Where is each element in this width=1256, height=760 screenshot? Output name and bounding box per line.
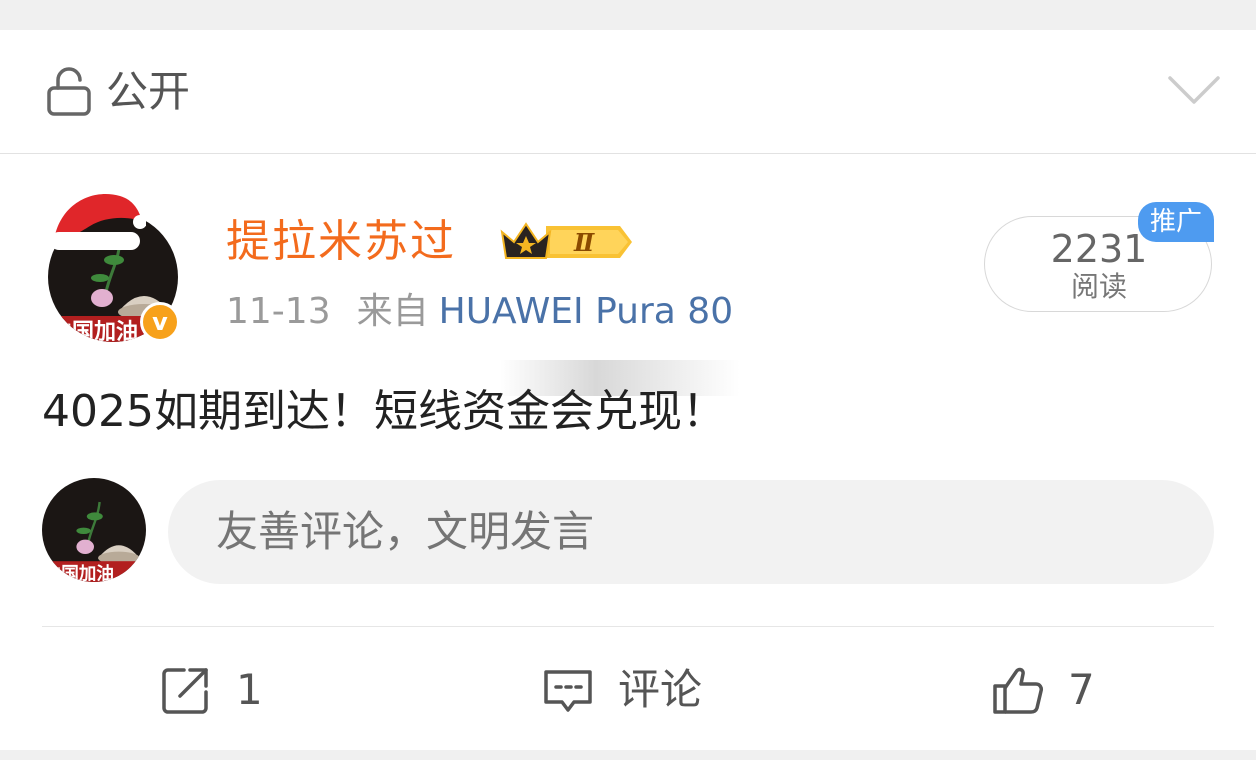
source-label: 来自: [356, 291, 429, 332]
unlock-icon: [47, 67, 91, 116]
comment-avatar-image: 中国加油: [42, 478, 146, 582]
avatar-caption: 中国加油: [50, 320, 138, 342]
privacy-selector[interactable]: 公开: [0, 30, 1256, 154]
post-date: 11-13: [226, 291, 331, 332]
author-name[interactable]: 提拉米苏过: [226, 212, 456, 272]
like-button[interactable]: 7: [990, 660, 1095, 720]
verified-badge-icon: v: [140, 302, 180, 342]
vip-level: Ⅱ: [573, 228, 595, 257]
divider: [42, 626, 1214, 627]
read-label: 阅读: [1070, 270, 1127, 303]
thumbs-up-icon: [993, 667, 1043, 714]
post-text[interactable]: 4025如期到达！短线资金会兑现！: [42, 382, 726, 442]
privacy-label: 公开: [106, 67, 191, 116]
bottom-strip: [0, 750, 1256, 760]
santa-hat-icon: [50, 193, 146, 250]
promo-tag[interactable]: 推广: [1138, 202, 1214, 242]
post-card: 中国加油 v 提拉米苏过 Ⅱ 11-13 来自 HUAWEI Pura 80 223…: [0, 154, 1256, 750]
repost-count: 1: [236, 665, 263, 714]
comment-icon: [544, 670, 592, 712]
comment-label: 评论: [618, 665, 703, 714]
post-meta: 11-13 来自 HUAWEI Pura 80: [226, 288, 733, 336]
vip-crown-badge[interactable]: Ⅱ: [498, 216, 634, 268]
comment-input[interactable]: [168, 480, 1214, 584]
chevron-down-icon[interactable]: [1166, 70, 1222, 110]
top-strip: [0, 0, 1256, 30]
repost-button[interactable]: 1: [158, 660, 263, 720]
repost-icon: [162, 668, 208, 714]
comment-button[interactable]: 评论: [540, 660, 702, 720]
comment-avatar-caption: 中国加油: [44, 564, 114, 582]
like-count: 7: [1068, 665, 1095, 714]
device-link[interactable]: HUAWEI Pura 80: [439, 291, 734, 332]
comment-avatar: 中国加油: [42, 478, 146, 582]
